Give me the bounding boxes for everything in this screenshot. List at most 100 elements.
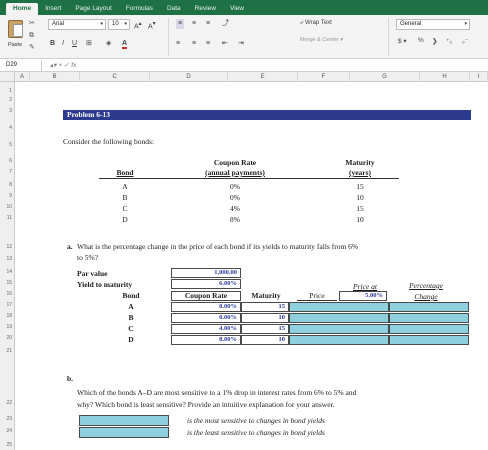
bold-icon[interactable]: B bbox=[50, 39, 55, 49]
currency-icon[interactable]: $ ▾ bbox=[398, 37, 407, 45]
column-header-h[interactable]: H bbox=[420, 72, 470, 82]
align-left-icon[interactable]: ≡ bbox=[176, 39, 180, 49]
row-header-1[interactable]: 1 bbox=[0, 88, 14, 94]
part-a-row-a-pct-input[interactable] bbox=[389, 302, 469, 312]
comma-icon[interactable]: ❯ bbox=[432, 37, 437, 45]
tab-page-layout[interactable]: Page Layout bbox=[68, 3, 119, 15]
row-header-22[interactable]: 22 bbox=[0, 400, 14, 406]
format-painter-icon[interactable]: ✎ bbox=[29, 43, 39, 52]
number-format-dropdown[interactable]: General ▾ bbox=[396, 19, 470, 30]
name-box[interactable]: D29 bbox=[2, 60, 42, 71]
align-center-icon[interactable]: ≡ bbox=[192, 39, 196, 49]
font-size-dropdown[interactable]: 10 ▾ bbox=[108, 19, 130, 30]
row-header-23[interactable]: 23 bbox=[0, 416, 14, 422]
row-header-15[interactable]: 15 bbox=[0, 280, 14, 286]
underline-icon[interactable]: U bbox=[72, 39, 77, 49]
row-header-14[interactable]: 14 bbox=[0, 269, 14, 275]
decrease-decimal-icon[interactable]: ₀⁻ bbox=[462, 37, 468, 45]
row-header-11[interactable]: 11 bbox=[0, 215, 14, 221]
part-a-row-d-coupon[interactable]: 8.00% bbox=[171, 335, 241, 345]
par-value-cell[interactable]: 1,000.00 bbox=[171, 268, 241, 278]
copy-icon[interactable]: ⧉ bbox=[29, 31, 39, 40]
column-header-a[interactable]: A bbox=[15, 72, 30, 82]
row-header-2[interactable]: 2 bbox=[0, 97, 14, 103]
part-a-row-a-maturity[interactable]: 15 bbox=[241, 302, 289, 312]
row-header-25[interactable]: 25 bbox=[0, 442, 14, 448]
row-headers: 1 2 3 4 5 6 7 8 9 10 11 12 13 14 15 16 17 18 19 20 21 22 23 24 2… bbox=[0, 82, 15, 450]
orientation-icon[interactable]: ⤴ bbox=[222, 19, 229, 29]
ytm-cell[interactable]: 6.00% bbox=[171, 279, 241, 289]
row-header-16[interactable]: 16 bbox=[0, 291, 14, 297]
row-header-17[interactable]: 17 bbox=[0, 302, 14, 308]
part-a-row-d-maturity[interactable]: 10 bbox=[241, 335, 289, 345]
align-right-icon[interactable]: ≡ bbox=[206, 39, 210, 49]
font-color-icon[interactable]: A bbox=[122, 39, 128, 49]
column-header-g[interactable]: G bbox=[350, 72, 420, 82]
row-header-10[interactable]: 10 bbox=[0, 204, 14, 210]
part-a-row-a-price-input[interactable] bbox=[289, 302, 389, 312]
increase-decimal-icon[interactable]: ⁺₀ bbox=[446, 37, 452, 45]
column-header-d[interactable]: D bbox=[150, 72, 228, 82]
tab-data[interactable]: Data bbox=[160, 3, 188, 15]
part-a-price-header: Price bbox=[297, 291, 337, 301]
function-icon[interactable]: ▴▾ × ✓ fx bbox=[50, 60, 76, 71]
align-top-icon[interactable]: ≡ bbox=[176, 19, 185, 29]
font-name-dropdown[interactable]: Arial ▾ bbox=[48, 19, 106, 30]
row-header-24[interactable]: 24 bbox=[0, 428, 14, 434]
formula-input[interactable] bbox=[80, 60, 480, 71]
percent-icon[interactable]: % bbox=[418, 37, 424, 44]
increase-indent-icon[interactable]: ⇥ bbox=[238, 39, 244, 49]
row-header-9[interactable]: 9 bbox=[0, 193, 14, 199]
column-header-i[interactable]: I bbox=[470, 72, 488, 82]
price-at-rate-cell[interactable]: 5.00% bbox=[339, 291, 387, 301]
row-header-21[interactable]: 21 bbox=[0, 348, 14, 354]
row-header-19[interactable]: 19 bbox=[0, 324, 14, 330]
row-header-7[interactable]: 7 bbox=[0, 169, 14, 175]
row-header-6[interactable]: 6 bbox=[0, 158, 14, 164]
increase-font-icon[interactable]: A▴ bbox=[134, 19, 142, 30]
decrease-indent-icon[interactable]: ⇤ bbox=[222, 39, 228, 49]
part-a-row-b-coupon[interactable]: 0.00% bbox=[171, 313, 241, 323]
column-header-f[interactable]: F bbox=[298, 72, 350, 82]
part-a-row-b-maturity[interactable]: 10 bbox=[241, 313, 289, 323]
column-header-b[interactable]: B bbox=[30, 72, 80, 82]
tab-insert[interactable]: Insert bbox=[38, 3, 68, 15]
borders-icon[interactable]: ⊞ bbox=[86, 39, 92, 49]
part-a-row-b-price-input[interactable] bbox=[289, 313, 389, 323]
select-all-corner[interactable] bbox=[0, 72, 15, 82]
row-header-13[interactable]: 13 bbox=[0, 256, 14, 262]
part-a-row-d-price-input[interactable] bbox=[289, 335, 389, 345]
column-header-e[interactable]: E bbox=[228, 72, 298, 82]
part-a-row-d-pct-input[interactable] bbox=[389, 335, 469, 345]
paste-button[interactable]: Paste bbox=[4, 18, 26, 56]
row-header-5[interactable]: 5 bbox=[0, 142, 14, 148]
row-header-3[interactable]: 3 bbox=[0, 108, 14, 114]
align-bottom-icon[interactable]: ≡ bbox=[206, 19, 210, 29]
cut-icon[interactable]: ✂ bbox=[29, 19, 39, 28]
row-header-20[interactable]: 20 bbox=[0, 335, 14, 341]
wrap-text-button[interactable]: ⤶ Wrap Text bbox=[300, 20, 332, 27]
part-a-row-c-coupon[interactable]: 4.00% bbox=[171, 324, 241, 334]
row-header-8[interactable]: 8 bbox=[0, 182, 14, 188]
italic-icon[interactable]: I bbox=[62, 39, 64, 49]
row-header-18[interactable]: 18 bbox=[0, 313, 14, 319]
part-a-row-c-maturity[interactable]: 15 bbox=[241, 324, 289, 334]
row-header-4[interactable]: 4 bbox=[0, 125, 14, 131]
tab-home[interactable]: Home bbox=[6, 3, 39, 15]
most-sensitive-input[interactable] bbox=[79, 415, 169, 426]
tab-view[interactable]: View bbox=[223, 3, 251, 15]
tab-review[interactable]: Review bbox=[188, 3, 223, 15]
part-a-row-c-pct-input[interactable] bbox=[389, 324, 469, 334]
part-a-row-c-price-input[interactable] bbox=[289, 324, 389, 334]
part-a-row-b-pct-input[interactable] bbox=[389, 313, 469, 323]
column-header-c[interactable]: C bbox=[80, 72, 150, 82]
align-middle-icon[interactable]: ≡ bbox=[192, 19, 196, 29]
merge-center-button[interactable]: Merge & Center ▾ bbox=[300, 37, 343, 43]
part-a-row-a-coupon[interactable]: 0.00% bbox=[171, 302, 241, 312]
fill-color-icon[interactable]: ◈ bbox=[106, 39, 111, 49]
tab-formulas[interactable]: Formulas bbox=[119, 3, 160, 15]
least-sensitive-input[interactable] bbox=[79, 427, 169, 438]
worksheet[interactable]: Problem 6-13 Consider the following bond… bbox=[15, 82, 488, 450]
row-header-12[interactable]: 12 bbox=[0, 244, 14, 250]
decrease-font-icon[interactable]: A▾ bbox=[148, 19, 156, 30]
